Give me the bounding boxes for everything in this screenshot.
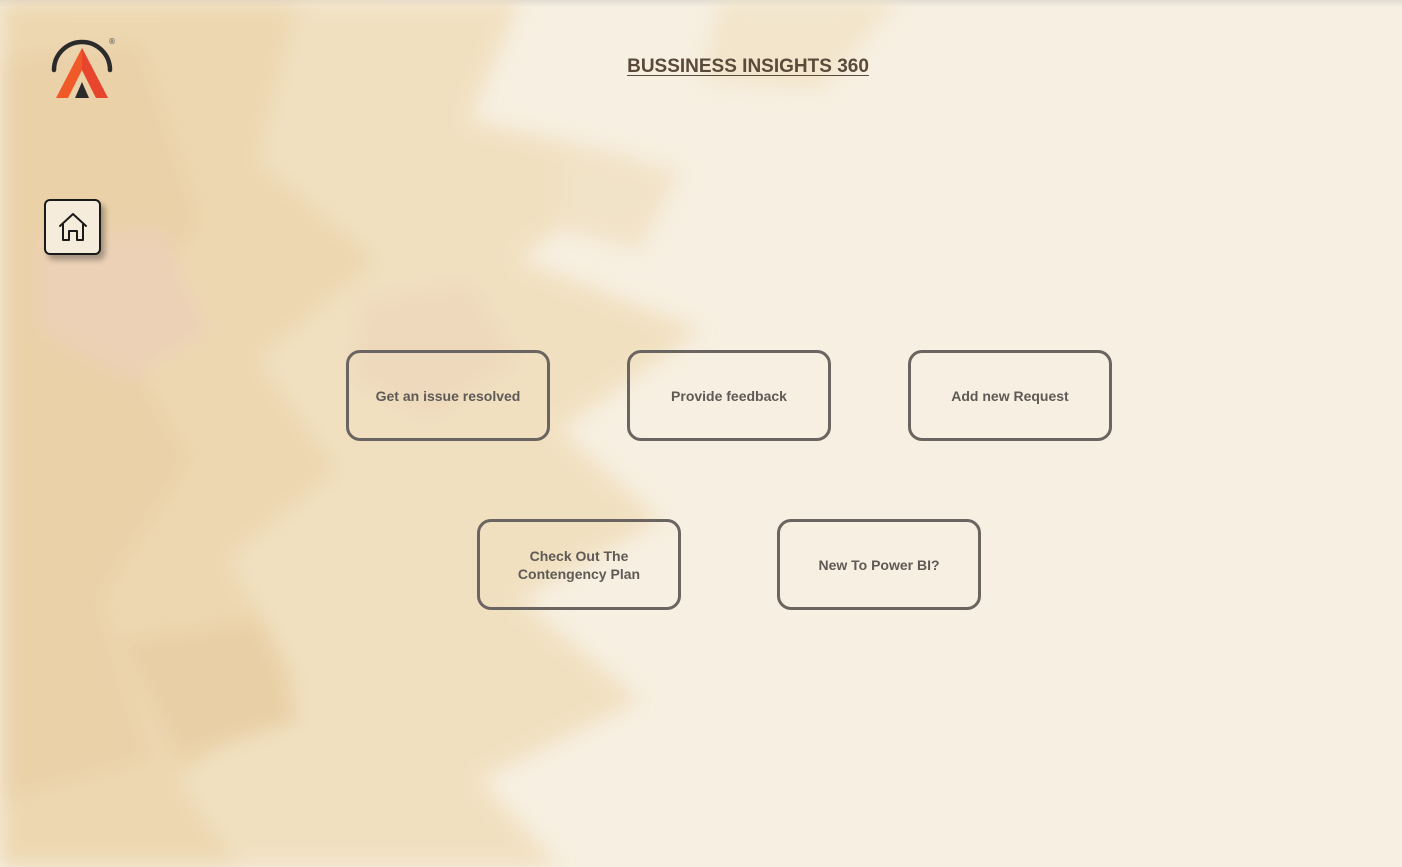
top-divider xyxy=(0,0,1402,6)
page: ® BUSSINESS INSIGHTS 360 Get an issue re… xyxy=(0,0,1402,867)
add-new-request-label: Add new Request xyxy=(951,387,1069,404)
home-icon xyxy=(58,213,87,241)
company-logo-icon: ® xyxy=(51,37,116,98)
contingency-plan-button[interactable]: Check Out The Contengency Plan xyxy=(477,519,681,610)
new-to-power-bi-label: New To Power BI? xyxy=(818,556,940,573)
get-issue-resolved-label: Get an issue resolved xyxy=(375,387,521,404)
home-button[interactable] xyxy=(44,199,101,255)
registered-mark: ® xyxy=(108,37,116,46)
get-issue-resolved-button[interactable]: Get an issue resolved xyxy=(346,350,550,441)
provide-feedback-label: Provide feedback xyxy=(671,387,787,404)
add-new-request-button[interactable]: Add new Request xyxy=(908,350,1112,441)
page-title: BUSSINESS INSIGHTS 360 xyxy=(627,56,869,77)
new-to-power-bi-button[interactable]: New To Power BI? xyxy=(777,519,981,610)
company-logo: ® xyxy=(48,36,116,102)
provide-feedback-button[interactable]: Provide feedback xyxy=(627,350,831,441)
contingency-plan-label: Check Out The Contengency Plan xyxy=(517,547,641,582)
